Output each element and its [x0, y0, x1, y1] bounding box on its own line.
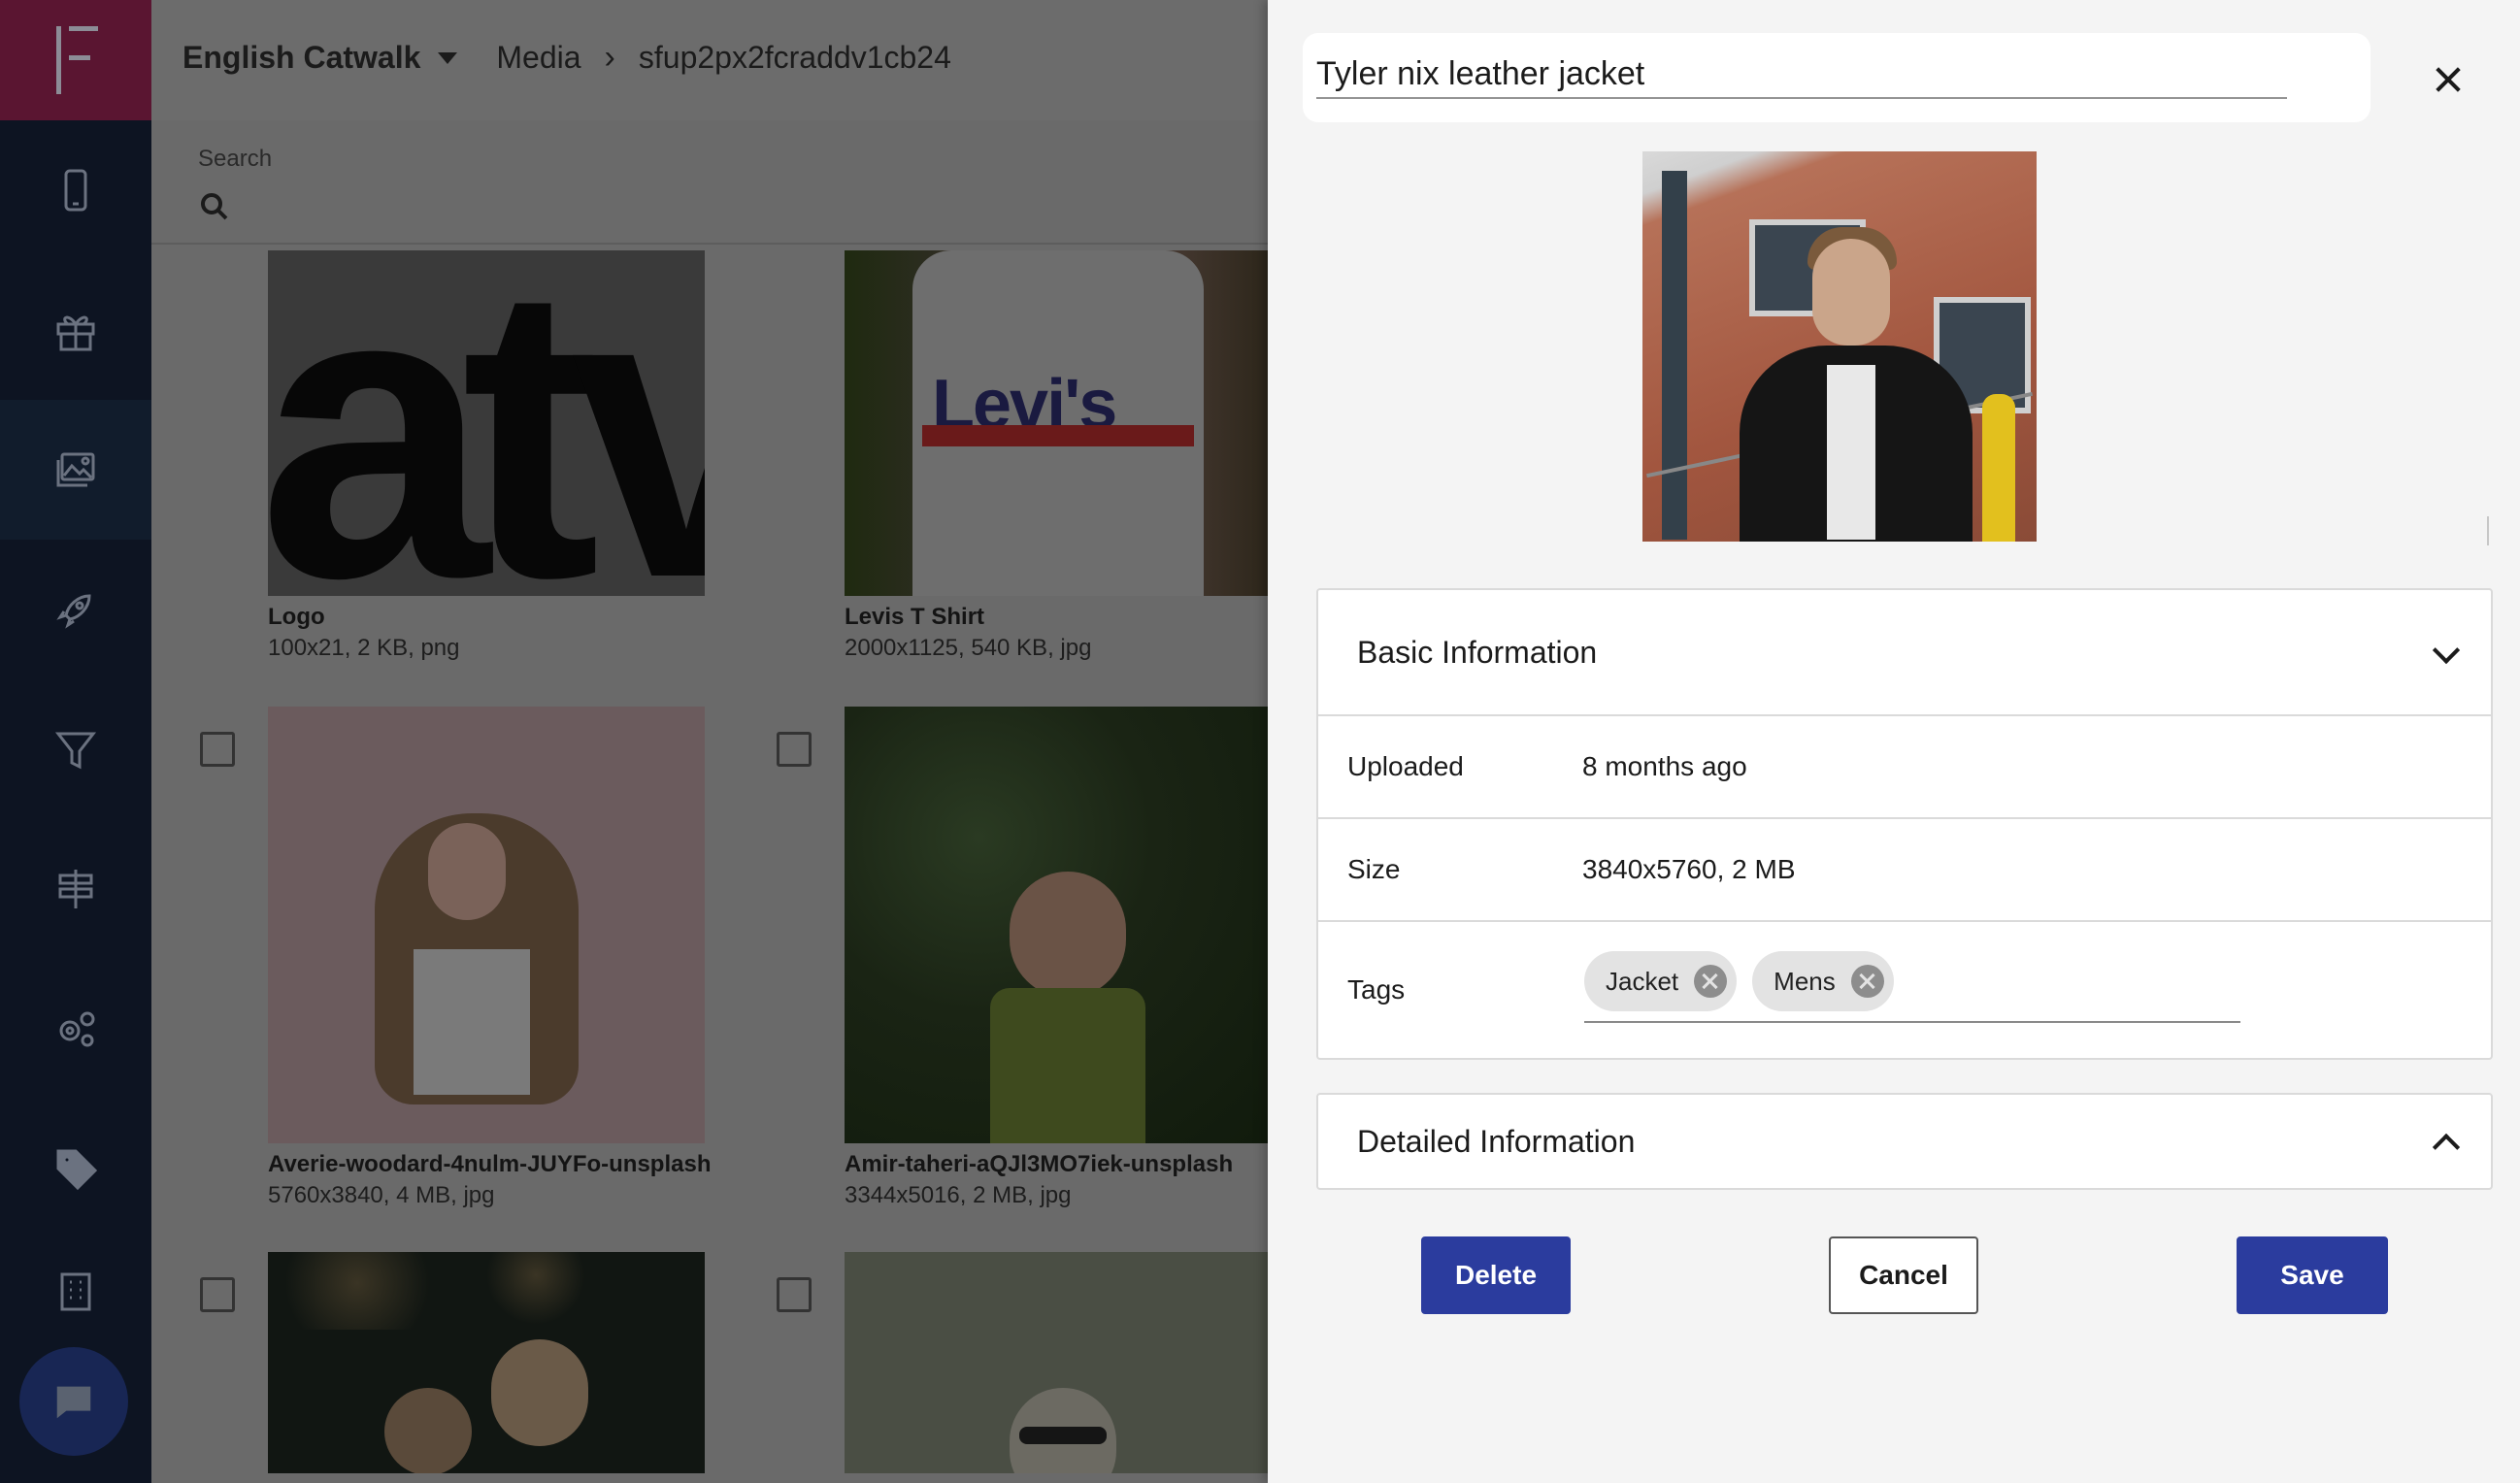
uploaded-label: Uploaded [1347, 751, 1464, 781]
tags-label: Tags [1347, 974, 1406, 1005]
nav-item-organization[interactable] [0, 1238, 151, 1345]
media-name: Logo [268, 604, 325, 630]
remove-tag-icon[interactable] [1850, 965, 1884, 998]
tag-chip-label: Jacket [1606, 966, 1679, 996]
search-bar[interactable]: Search [151, 120, 1268, 245]
media-library: English Catwalk Media › sfup2px2fcraddv1… [151, 0, 1268, 1483]
media-card[interactable]: Averie-woodard-4nulm-JUYFo-unsplash 5760… [268, 707, 714, 1209]
nav-item-tags[interactable] [0, 1099, 151, 1238]
caret-down-icon[interactable] [438, 51, 458, 64]
media-name: Averie-woodard-4nulm-JUYFo-unsplash [268, 1151, 712, 1177]
media-card[interactable]: atv Logo 100x21, 2 KB, png [268, 250, 714, 662]
uploaded-value: 8 months ago [1582, 751, 1747, 781]
media-thumbnail[interactable] [268, 707, 705, 1143]
size-value: 3840x5760, 2 MB [1582, 854, 1796, 884]
media-card[interactable]: Amir-taheri-aQJl3MO7iek-unsplash 3344x50… [845, 707, 1268, 1209]
tag-chip[interactable]: Mens [1752, 951, 1894, 1011]
basic-information-header[interactable]: Basic Information [1318, 590, 2491, 714]
select-checkbox[interactable] [200, 732, 235, 767]
nav-item-media[interactable] [0, 400, 151, 540]
media-thumbnail[interactable]: atv [268, 250, 705, 596]
close-icon[interactable] [2429, 60, 2468, 99]
nav-rail [0, 0, 151, 1483]
settings-icon [59, 1011, 95, 1047]
delete-button[interactable]: Delete [1421, 1236, 1571, 1314]
basic-information-panel: Basic Information Uploaded 8 months ago … [1316, 588, 2493, 1060]
media-name: Amir-taheri-aQJl3MO7iek-unsplash [845, 1151, 1234, 1177]
gift-icon [56, 315, 95, 351]
detailed-information-title: Detailed Information [1357, 1123, 1636, 1159]
breadcrumb-media[interactable]: Media [496, 40, 580, 76]
brand-logo[interactable] [0, 0, 151, 120]
media-card[interactable]: Levi's Levis T Shirt 2000x1125, 540 KB, … [845, 250, 1268, 662]
size-label: Size [1347, 854, 1401, 884]
chevron-up-icon[interactable] [2432, 1133, 2461, 1162]
nav-item-redirects[interactable] [0, 819, 151, 959]
tags-row: Tags Jacket Mens [1318, 920, 2491, 1058]
media-meta: 100x21, 2 KB, png [268, 635, 460, 661]
tag-icon [56, 1149, 98, 1191]
size-row: Size 3840x5760, 2 MB [1318, 817, 2491, 920]
detailed-information-header[interactable]: Detailed Information [1318, 1095, 2491, 1188]
tags-input[interactable]: Jacket Mens [1584, 951, 2240, 1023]
mobile-icon [64, 169, 87, 212]
media-thumbnail[interactable]: Levi's [845, 250, 1268, 596]
save-button[interactable]: Save [2237, 1236, 2388, 1314]
chevron-right-icon: › [604, 39, 615, 76]
building-icon [60, 1272, 91, 1311]
media-thumbnail[interactable] [845, 1252, 1268, 1473]
select-checkbox[interactable] [777, 732, 812, 767]
chat-button[interactable] [19, 1347, 128, 1456]
media-name: Levis T Shirt [845, 604, 985, 630]
media-meta: 5760x3840, 4 MB, jpg [268, 1182, 495, 1208]
media-detail-drawer: Basic Information Uploaded 8 months ago … [1268, 0, 2520, 1483]
tag-chip[interactable]: Jacket [1584, 951, 1738, 1011]
media-meta: 3344x5016, 2 MB, jpg [845, 1182, 1072, 1208]
title-field-container [1303, 33, 2371, 122]
rocket-icon [56, 594, 91, 629]
nav-item-mobile[interactable] [0, 120, 151, 260]
site-switcher[interactable]: English Catwalk [182, 40, 420, 76]
nav-item-settings[interactable] [0, 959, 151, 1099]
detailed-information-panel: Detailed Information [1316, 1093, 2493, 1190]
breadcrumb-current: sfup2px2fcraddv1cb24 [638, 40, 951, 75]
filter-icon [54, 732, 97, 770]
media-thumbnail[interactable] [845, 707, 1268, 1143]
media-card[interactable] [845, 1252, 1268, 1473]
media-card[interactable] [268, 1252, 714, 1473]
media-thumbnail[interactable] [268, 1252, 705, 1473]
select-checkbox[interactable] [200, 1277, 235, 1312]
uploaded-row: Uploaded 8 months ago [1318, 714, 2491, 817]
media-meta: 2000x1125, 540 KB, jpg [845, 635, 1092, 661]
chat-icon [56, 1386, 91, 1419]
title-input[interactable] [1316, 50, 2287, 99]
chevron-down-icon[interactable] [2432, 636, 2461, 665]
cancel-button[interactable]: Cancel [1829, 1236, 1978, 1314]
nav-item-launch[interactable] [0, 540, 151, 679]
select-checkbox[interactable] [777, 1277, 812, 1312]
scrollbar-thumb[interactable] [2487, 516, 2489, 545]
search-label: Search [198, 146, 273, 172]
basic-information-title: Basic Information [1357, 634, 1598, 670]
nav-item-gift[interactable] [0, 260, 151, 400]
remove-tag-icon[interactable] [1694, 965, 1728, 998]
brand-mark-icon [56, 26, 98, 94]
nav-item-filter[interactable] [0, 679, 151, 819]
top-bar: English Catwalk Media › sfup2px2fcraddv1… [151, 0, 1268, 120]
images-icon [56, 452, 95, 487]
media-preview-image [1642, 151, 2037, 542]
signpost-icon [58, 870, 93, 908]
search-icon [201, 193, 228, 220]
tag-chip-label: Mens [1774, 966, 1836, 996]
breadcrumb: English Catwalk Media › sfup2px2fcraddv1… [182, 39, 951, 77]
